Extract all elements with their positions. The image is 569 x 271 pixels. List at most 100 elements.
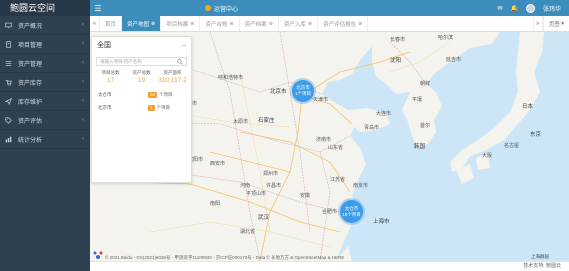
city-row-taicang[interactable]: 太仓市 16 个项目: [92, 88, 191, 101]
cluster-count: 16个项目: [342, 211, 361, 217]
map-place-label: 长春市: [390, 37, 406, 43]
stat-value: 310,117.2: [158, 77, 187, 84]
city-name: 太仓市: [98, 91, 112, 97]
close-icon[interactable]: ⊗: [269, 21, 273, 27]
map-place-label: 延吉市: [446, 57, 462, 63]
stat-projects: 项目总数 17: [95, 70, 126, 84]
city-row-beijing[interactable]: 北京市 1 个项目: [92, 101, 191, 114]
send-icon: [4, 97, 13, 106]
tag-icon: [4, 116, 13, 125]
map-place-label: 朝鲜: [420, 81, 431, 87]
sidebar-item-label: 资产库存: [18, 80, 43, 87]
chevron-left-icon: ‹: [82, 98, 84, 104]
close-icon[interactable]: ⊗: [358, 21, 362, 27]
map-cluster-beijing[interactable]: 北京市 1个项目: [292, 80, 314, 102]
map-place-label: 大阪: [482, 153, 493, 159]
chart-icon: [4, 135, 13, 144]
close-icon[interactable]: ⊗: [190, 21, 194, 27]
menu-toggle-icon[interactable]: ☰: [90, 4, 106, 13]
monitor-icon: [4, 21, 13, 30]
project-search-input[interactable]: 请输入项目/资产名称: [96, 57, 187, 66]
tab-0[interactable]: 首页: [100, 16, 123, 31]
sidebar-item-6[interactable]: 统计分析 ‹: [0, 130, 90, 149]
tab-1[interactable]: 资产地图 ⊗: [122, 16, 162, 31]
sidebar-item-5[interactable]: 资产评估 ‹: [0, 111, 90, 130]
map-place-label: 名古屋: [504, 143, 520, 149]
city-list: 太仓市 16 个项目 北京市 1 个项目: [92, 88, 191, 114]
stat-value: 17: [106, 77, 115, 84]
map-cluster-taicang[interactable]: 太仓市 16个项目: [340, 200, 363, 223]
map-place-label: 呼和浩特市: [218, 75, 244, 81]
search-icon[interactable]: [177, 58, 183, 65]
city-count-unit: 个项目: [159, 91, 173, 97]
user-name[interactable]: 张玮华: [543, 4, 561, 13]
map-place-label: 济南市: [316, 137, 332, 143]
tab-2[interactable]: 项目档案 ⊗: [161, 16, 201, 31]
tab-ops-label: 页签: [548, 21, 560, 28]
map-place-label: 武汉: [258, 215, 270, 221]
collapse-icon[interactable]: –: [182, 42, 186, 49]
tab-next-icon[interactable]: »: [532, 16, 543, 31]
map-scale: 上海群居: [531, 254, 549, 259]
search-placeholder: 请输入项目/资产名称: [100, 58, 142, 64]
chevron-left-icon: ‹: [82, 79, 84, 85]
map-place-label: 上海市: [373, 219, 390, 225]
close-icon[interactable]: ⊗: [151, 21, 155, 27]
map-place-label: 哈尔滨: [438, 35, 454, 41]
tab-ops-dropdown[interactable]: 页签 ▾: [542, 16, 569, 31]
map-place-label: 平壤: [412, 97, 423, 103]
list-icon: [4, 59, 13, 68]
tab-label: 资产档案: [244, 21, 267, 28]
sidebar-item-label: 资产评估: [18, 118, 43, 125]
ops-center[interactable]: 运营中心: [205, 4, 238, 13]
tab-label: 资产地图: [127, 21, 150, 28]
tab-5[interactable]: 资产入库 ⊗: [279, 16, 319, 31]
tab-label: 资产台账: [205, 21, 228, 28]
sidebar-item-1[interactable]: 项目管理 ‹: [0, 35, 90, 54]
map-place-label: 太原市: [233, 119, 249, 125]
app-title: 鲍圆云空间: [0, 0, 90, 16]
sidebar-item-label: 资产概况: [18, 23, 43, 30]
close-icon[interactable]: ⊗: [229, 21, 233, 27]
map-place-label: 河南: [240, 183, 251, 189]
city-count-unit: 个项目: [156, 104, 171, 110]
stat-assets: 资产总数 19: [126, 70, 157, 84]
cart-icon: [4, 78, 13, 87]
map-place-label: 南阳: [210, 201, 221, 207]
chevron-left-icon: ‹: [82, 117, 84, 123]
map-place-label: 东京: [530, 132, 542, 138]
map-place-label: 山东省: [328, 145, 344, 151]
mail-icon[interactable]: ✉: [497, 5, 502, 12]
sidebar-nav: 资产概况 ‹ 项目管理 ‹ 资产管理 ‹ 资产库存 ‹ 库存维护 ‹ 资产评估 ‹ 统计分析 ‹: [0, 16, 90, 149]
map-place-label: 石家庄: [258, 118, 275, 124]
tab-prev-icon[interactable]: «: [90, 16, 100, 31]
map-place-label: 湖北省: [240, 229, 256, 235]
sidebar-item-label: 库存维护: [18, 99, 43, 106]
sidebar-item-3[interactable]: 资产库存 ‹: [0, 73, 90, 92]
sidebar-item-2[interactable]: 资产管理 ‹: [0, 54, 90, 73]
sidebar-item-label: 统计分析: [18, 137, 43, 144]
sidebar-item-4[interactable]: 库存维护 ‹: [0, 92, 90, 111]
map-place-label: 南京市: [353, 183, 369, 189]
avatar[interactable]: [525, 3, 535, 13]
bell-icon[interactable]: 🔔: [511, 5, 518, 12]
cluster-count: 1个项目: [294, 91, 311, 96]
map-place-label: 平顶山市: [246, 191, 267, 197]
stat-area: 资产面积 310,117.2: [157, 70, 188, 84]
map-place-label: 安徽: [300, 193, 311, 199]
sidebar-item-0[interactable]: 资产概况 ‹: [0, 16, 90, 35]
tab-3[interactable]: 资产台账 ⊗: [200, 16, 240, 31]
tab-label: 资产入库: [283, 21, 306, 28]
tab-label: 项目档案: [166, 21, 189, 28]
city-name: 北京市: [98, 104, 112, 110]
tab-6[interactable]: 资产评估报告 ⊗: [318, 16, 369, 31]
map-place-label: 青岛市: [364, 125, 380, 131]
document-icon: [4, 40, 13, 49]
map-place-label: 首尔: [420, 123, 431, 129]
chevron-left-icon: ‹: [82, 41, 84, 47]
tab-4[interactable]: 资产档案 ⊗: [240, 16, 279, 31]
map-place-label: 郑州市: [263, 171, 279, 177]
close-icon[interactable]: ⊗: [308, 21, 312, 27]
chevron-left-icon: ‹: [82, 136, 84, 142]
map-place-label: 大连市: [376, 111, 392, 117]
